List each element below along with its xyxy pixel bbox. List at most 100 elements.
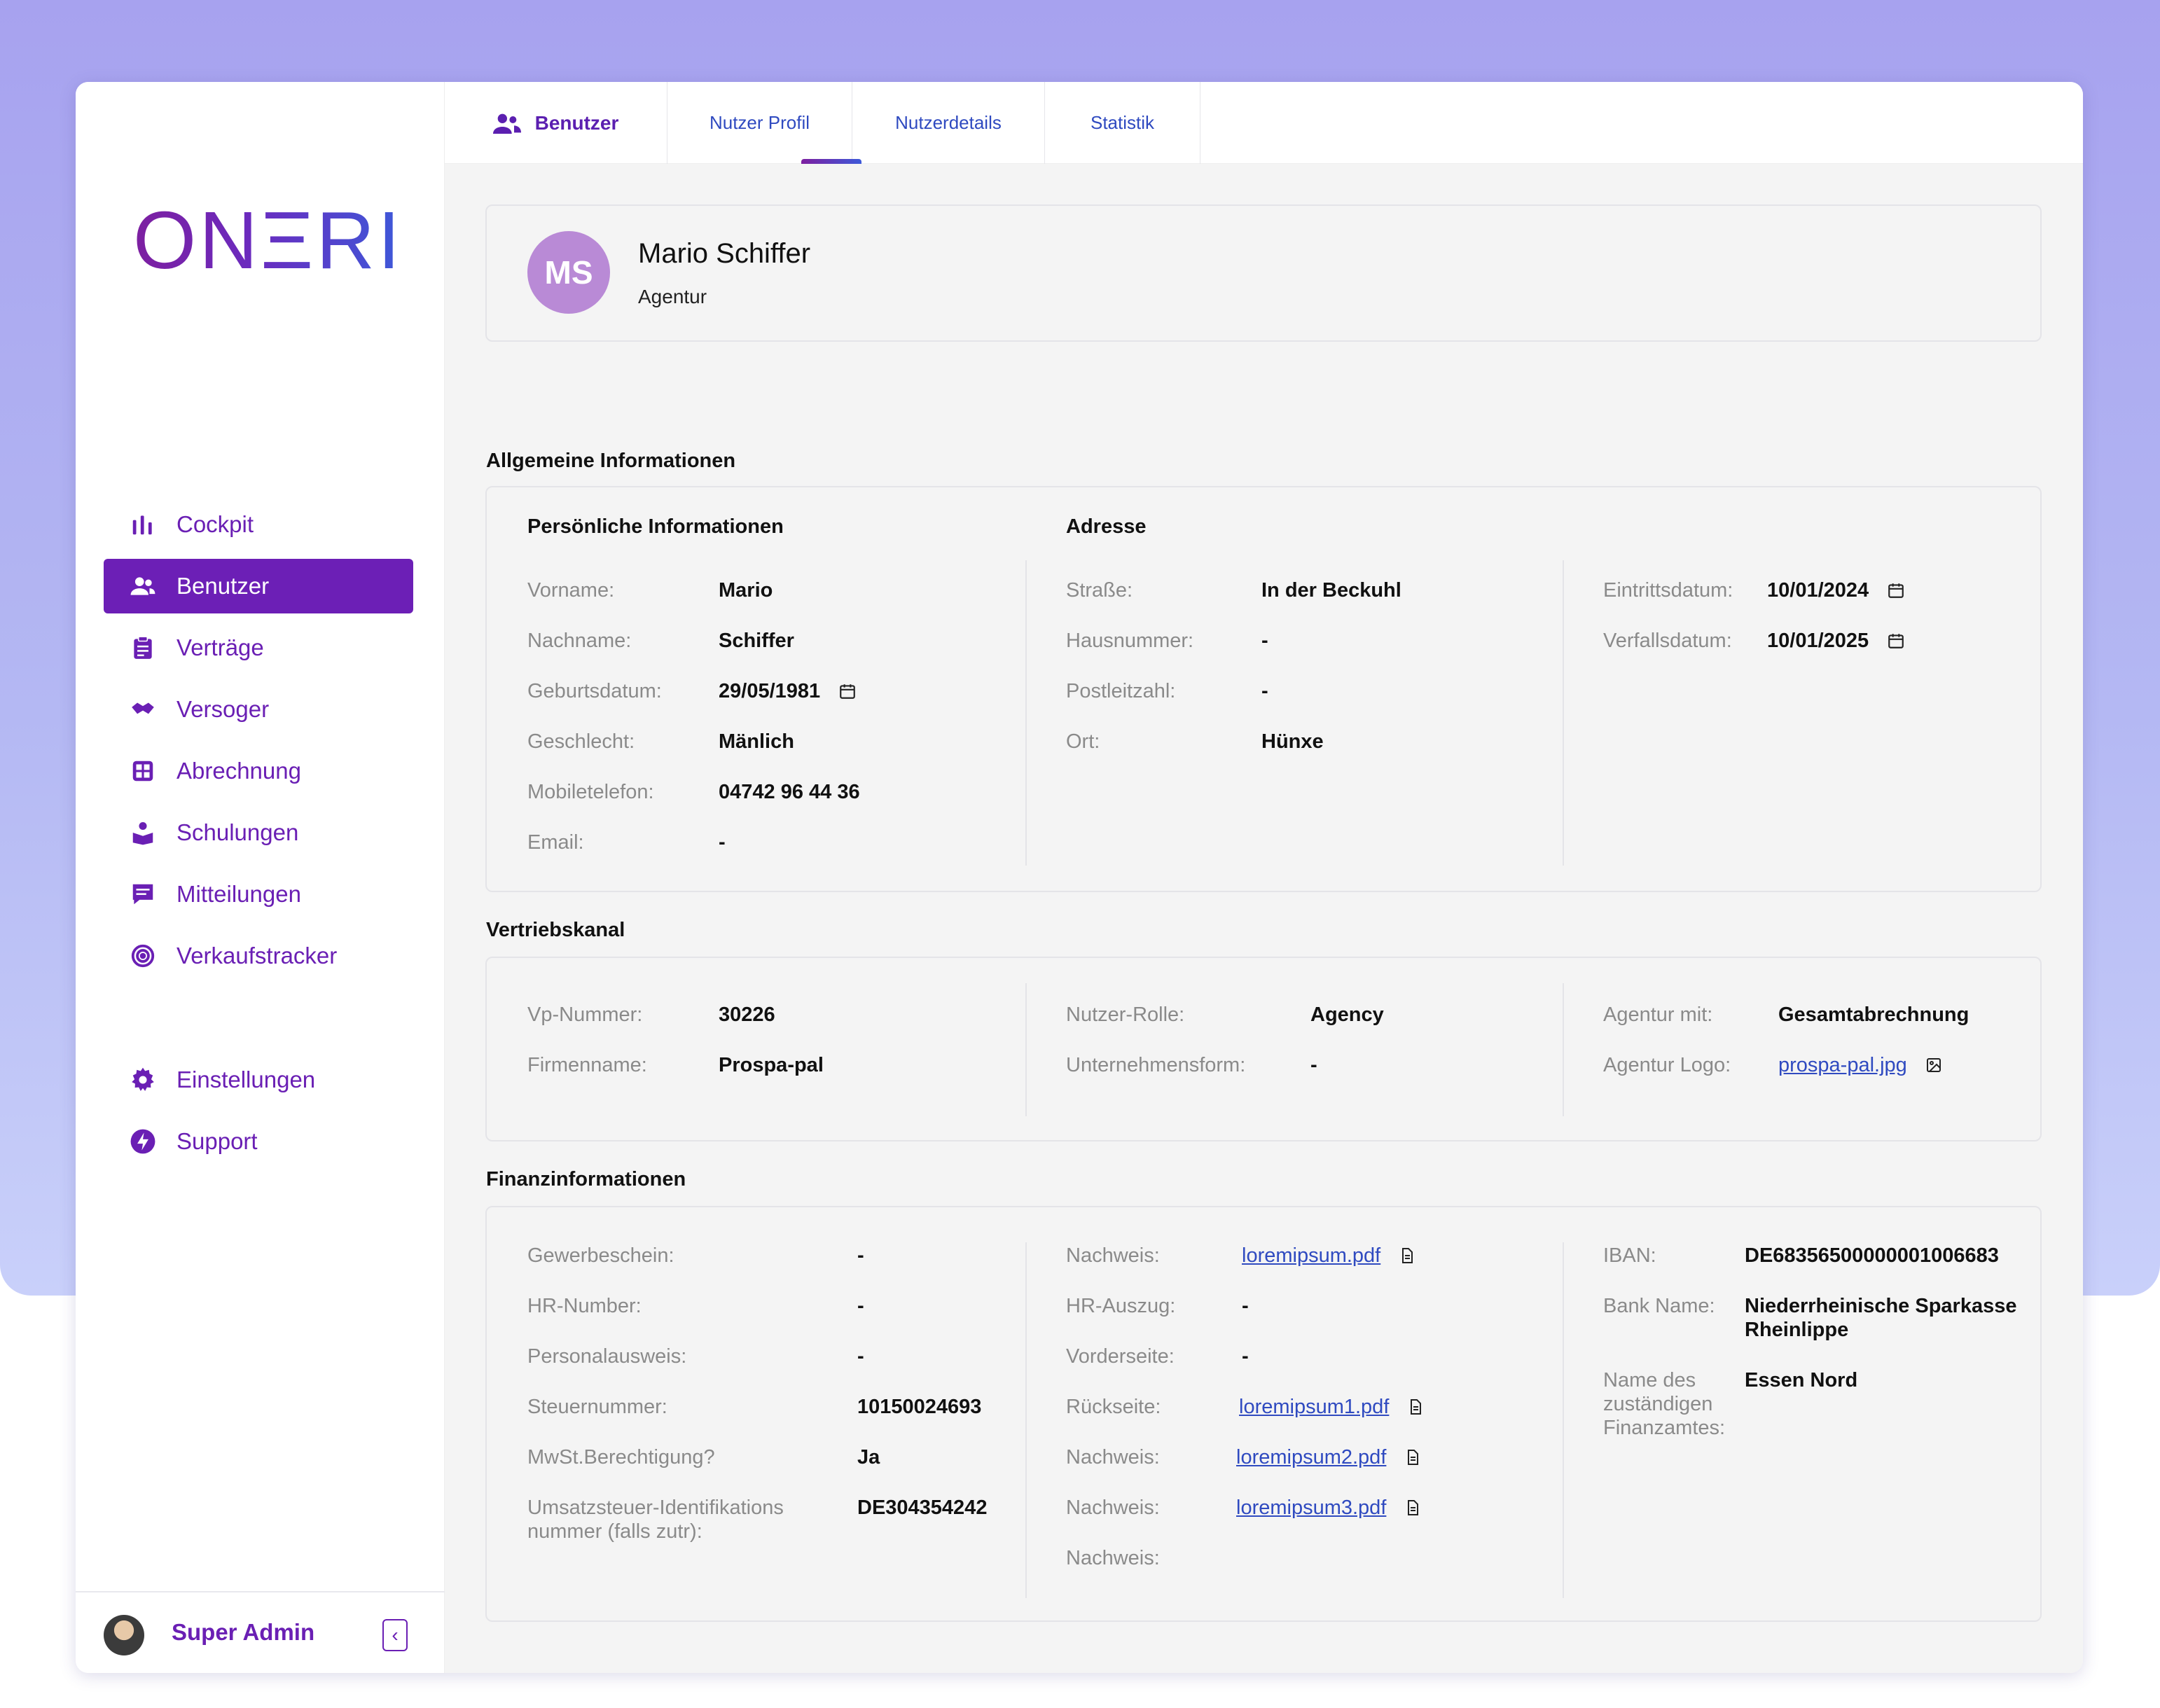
nav-item-cockpit[interactable]: Cockpit xyxy=(104,497,413,552)
nav-item-support[interactable]: Support xyxy=(104,1114,413,1169)
field-value: loremipsum2.pdf xyxy=(1236,1445,1421,1469)
bar-chart-icon xyxy=(129,511,157,539)
field-label: Mobiletelefon: xyxy=(527,781,654,803)
secondary-nav: Einstellungen Support xyxy=(104,1053,413,1176)
avatar[interactable] xyxy=(104,1615,144,1655)
field-value: Schiffer xyxy=(719,630,794,652)
document-icon[interactable] xyxy=(1404,1447,1421,1467)
nav-label: Cockpit xyxy=(176,511,254,537)
document-icon[interactable] xyxy=(1404,1498,1421,1518)
nav-label: Verträge xyxy=(176,634,264,660)
field-value: DE304354242 xyxy=(857,1497,988,1519)
field-value: Hünxe xyxy=(1261,730,1324,753)
field-value: - xyxy=(1242,1295,1249,1317)
column-divider xyxy=(1025,983,1027,1116)
field-label: Hausnummer: xyxy=(1066,630,1194,652)
field-label: Nutzer-Rolle: xyxy=(1066,1004,1185,1026)
sidebar: ONΞRI Cockpit Benutzer Verträge Versoger… xyxy=(76,82,445,1673)
nav-item-schulungen[interactable]: Schulungen xyxy=(104,805,413,860)
field-label: Rückseite: xyxy=(1066,1396,1161,1418)
field-label: Nachweis: xyxy=(1066,1497,1160,1519)
users-icon xyxy=(129,572,157,600)
document-link[interactable]: loremipsum.pdf xyxy=(1242,1244,1380,1268)
profile-role: Agentur xyxy=(638,286,707,307)
field-label: Verfallsdatum: xyxy=(1603,630,1732,652)
column-divider xyxy=(1563,560,1564,866)
field-label: Gewerbeschein: xyxy=(527,1244,674,1267)
chevron-left-icon[interactable]: ‹ xyxy=(382,1619,408,1651)
field-label: HR-Auszug: xyxy=(1066,1295,1176,1317)
field-value: - xyxy=(857,1244,864,1267)
field-value: - xyxy=(857,1345,864,1368)
field-label: Geschlecht: xyxy=(527,730,635,753)
calendar-icon[interactable] xyxy=(1887,631,1905,651)
field-label: Bank Name: xyxy=(1603,1295,1715,1317)
field-value: DE68356500000001006683 xyxy=(1745,1244,1999,1267)
tab-nutzerdetails[interactable]: Nutzerdetails xyxy=(852,82,1045,164)
document-link[interactable]: loremipsum1.pdf xyxy=(1239,1395,1389,1419)
calculator-icon xyxy=(129,757,157,785)
tab-label: Nutzer Profil xyxy=(709,112,810,133)
field-label: IBAN: xyxy=(1603,1244,1656,1267)
field-label: Geburtsdatum: xyxy=(527,680,662,702)
expiry-date-value: 10/01/2025 xyxy=(1767,630,1869,652)
user-name[interactable]: Super Admin xyxy=(172,1619,314,1646)
field-label: Unternehmensform: xyxy=(1066,1054,1246,1076)
field-value: In der Beckuhl xyxy=(1261,579,1401,602)
document-link[interactable]: loremipsum3.pdf xyxy=(1236,1496,1386,1520)
field-label: Nachname: xyxy=(527,630,632,652)
vertrieb-card: Vp-Nummer: 30226 Firmenname: Prospa-pal … xyxy=(485,957,2042,1141)
nav-item-benutzer[interactable]: Benutzer xyxy=(104,559,413,613)
user-footer: Super Admin ‹ xyxy=(76,1591,445,1673)
field-label: HR-Number: xyxy=(527,1295,642,1317)
nav-label: Mitteilungen xyxy=(176,881,301,907)
field-value: 10150024693 xyxy=(857,1396,982,1418)
profile-name: Mario Schiffer xyxy=(638,238,811,269)
column-divider xyxy=(1025,1242,1027,1598)
field-value: - xyxy=(1310,1054,1317,1076)
document-link[interactable]: loremipsum2.pdf xyxy=(1236,1445,1386,1469)
subsection-title: Persönliche Informationen xyxy=(527,515,784,538)
calendar-icon[interactable] xyxy=(838,681,857,701)
document-icon[interactable] xyxy=(1407,1397,1424,1417)
tab-benutzer[interactable]: Benutzer xyxy=(445,82,667,164)
tab-statistik[interactable]: Statistik xyxy=(1045,82,1200,164)
field-value: Niederrheinische Sparkasse Rheinlippe xyxy=(1745,1295,2017,1341)
gear-icon xyxy=(129,1066,157,1094)
nav-item-mitteilungen[interactable]: Mitteilungen xyxy=(104,867,413,922)
tab-nutzer-profil[interactable]: Nutzer Profil xyxy=(667,82,852,164)
section-title: Allgemeine Informationen xyxy=(486,450,736,472)
nav-item-einstellungen[interactable]: Einstellungen xyxy=(104,1053,413,1107)
image-icon[interactable] xyxy=(1925,1055,1942,1075)
nav-item-vertraege[interactable]: Verträge xyxy=(104,620,413,675)
field-value: - xyxy=(719,831,726,854)
field-label: Nachweis: xyxy=(1066,1244,1160,1267)
field-value: Agency xyxy=(1310,1004,1384,1026)
field-label: Name des zuständigen Finanzamtes: xyxy=(1603,1369,1726,1439)
nav-label: Verkaufstracker xyxy=(176,943,338,968)
finanz-card: Gewerbeschein: - HR-Number: - Personalau… xyxy=(485,1206,2042,1622)
field-value: 04742 96 44 36 xyxy=(719,781,860,803)
section-title: Finanzinformationen xyxy=(486,1168,686,1190)
lightning-icon xyxy=(129,1127,157,1155)
nav-item-abrechnung[interactable]: Abrechnung xyxy=(104,744,413,798)
field-value: prospa-pal.jpg xyxy=(1778,1053,1942,1077)
field-value: 30226 xyxy=(719,1004,775,1026)
column-divider xyxy=(1563,1242,1564,1598)
handshake-icon xyxy=(129,695,157,723)
field-value: loremipsum1.pdf xyxy=(1239,1395,1424,1419)
document-icon[interactable] xyxy=(1399,1246,1415,1265)
nav-item-verkaufstracker[interactable]: Verkaufstracker xyxy=(104,929,413,983)
field-value: loremipsum.pdf xyxy=(1242,1244,1415,1268)
agency-logo-link[interactable]: prospa-pal.jpg xyxy=(1778,1053,1907,1077)
field-value: 29/05/1981 xyxy=(719,679,857,703)
field-label: Agentur Logo: xyxy=(1603,1054,1731,1076)
topbar: Benutzer Nutzer Profil Nutzerdetails Sta… xyxy=(445,82,2083,164)
message-icon xyxy=(129,880,157,908)
nav-item-versoger[interactable]: Versoger xyxy=(104,682,413,737)
field-value: Mänlich xyxy=(719,730,794,753)
field-value: 10/01/2024 xyxy=(1767,578,1905,602)
nav-label: Versoger xyxy=(176,696,270,722)
calendar-icon[interactable] xyxy=(1887,581,1905,600)
tab-label: Statistik xyxy=(1090,112,1155,133)
